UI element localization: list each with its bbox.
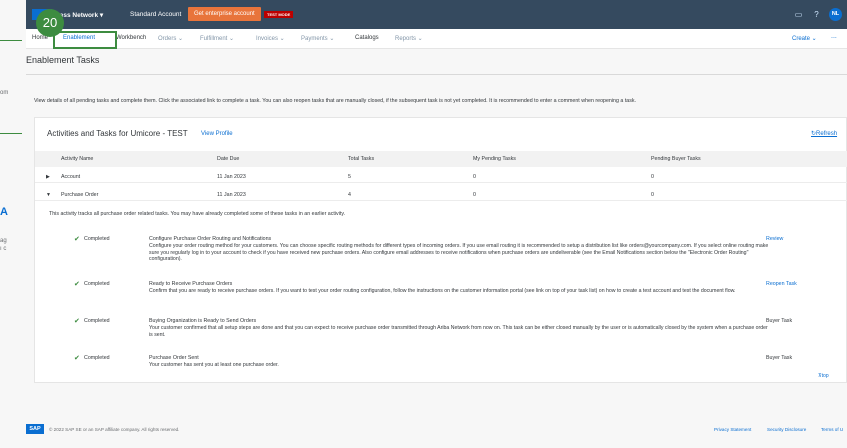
enablement-tab-highlight [53, 31, 117, 49]
buyer-task-label: Buyer Task [766, 355, 793, 361]
panel-line [0, 40, 22, 41]
footer: SAP © 2022 SAP SE or an SAP affiliate co… [26, 418, 847, 448]
buyer-task-label: Buyer Task [766, 318, 793, 324]
tab-workbench[interactable]: Workbench [116, 35, 146, 41]
task-status: Completed [84, 355, 110, 361]
checkmark-icon: ✔ [74, 281, 80, 288]
my-pending-tasks: 0 [473, 192, 476, 198]
panel-line [0, 133, 22, 134]
expand-icon[interactable]: ▶ [46, 174, 50, 180]
security-disclosure-link[interactable]: Security Disclosure [767, 427, 806, 432]
table-row[interactable]: ▼ Purchase Order 11 Jan 2023 4 0 0 [35, 189, 847, 201]
tab-catalogs[interactable]: Catalogs [355, 35, 379, 41]
top-navigation: Home Enablement Workbench Orders ⌄ Fulfi… [26, 29, 847, 49]
step-number-badge: 20 [36, 9, 64, 37]
panel-text-fragment: ag [0, 238, 7, 244]
account-type: Standard Account [130, 11, 182, 18]
divider [26, 74, 847, 75]
table-header: Activity Name Date Due Total Tasks My Pe… [35, 151, 847, 167]
review-link[interactable]: Review [766, 236, 783, 242]
page-title: Enablement Tasks [26, 55, 100, 65]
date-due: 11 Jan 2023 [217, 192, 246, 198]
view-profile-link[interactable]: View Profile [201, 131, 233, 137]
left-side-panel: om A ag ı c [0, 0, 26, 448]
activity-name: Account [61, 174, 81, 180]
checkmark-icon: ✔ [74, 236, 80, 243]
activities-card: Activities and Tasks for Umicore - TEST … [34, 117, 847, 383]
refresh-link[interactable]: ↻Refresh [811, 130, 837, 137]
privacy-statement-link[interactable]: Privacy Statement [714, 427, 751, 432]
date-due: 11 Jan 2023 [217, 174, 246, 180]
sap-footer-logo: SAP [26, 424, 44, 434]
test-mode-badge: TEST MODE [264, 11, 294, 18]
task-status: Completed [84, 281, 110, 287]
back-to-top-link[interactable]: ⊼top [818, 373, 829, 379]
shell-bar: iness Network ▾ Standard Account Get ent… [26, 0, 847, 29]
help-icon[interactable]: ? [812, 10, 821, 19]
panel-text-fragment: A [0, 206, 8, 218]
user-avatar[interactable]: NL [829, 8, 842, 21]
get-enterprise-account-button[interactable]: Get enterprise account [188, 7, 261, 21]
tab-reports[interactable]: Reports ⌄ [395, 35, 423, 42]
tab-fulfillment[interactable]: Fulfillment ⌄ [200, 35, 234, 42]
pending-buyer-tasks: 0 [651, 192, 654, 198]
terms-of-use-link[interactable]: Terms of U [821, 427, 843, 432]
task-description: Your customer has sent you at least one … [149, 362, 279, 368]
tab-payments[interactable]: Payments ⌄ [301, 35, 334, 42]
task-status: Completed [84, 236, 110, 242]
column-header[interactable]: My Pending Tasks [473, 156, 516, 162]
column-header[interactable]: Date Due [217, 156, 239, 162]
reopen-task-link[interactable]: Reopen Task [766, 281, 797, 287]
notification-icon[interactable]: ▭ [794, 10, 803, 19]
task-name: Purchase Order Sent [149, 355, 199, 361]
task-description: Your customer confirmed that all setup s… [149, 325, 768, 338]
task-name: Buying Organization is Ready to Send Ord… [149, 318, 257, 324]
app-window: iness Network ▾ Standard Account Get ent… [26, 0, 847, 448]
total-tasks: 5 [348, 174, 351, 180]
task-name: Ready to Receive Purchase Orders [149, 281, 233, 287]
task-status: Completed [84, 318, 110, 324]
more-options-icon[interactable]: ... [831, 33, 837, 40]
page-description: View details of all pending tasks and co… [34, 98, 637, 104]
task-description: Confirm that you are ready to receive pu… [149, 288, 736, 294]
total-tasks: 4 [348, 192, 351, 198]
tab-invoices[interactable]: Invoices ⌄ [256, 35, 285, 42]
create-menu[interactable]: Create ⌄ [792, 35, 817, 42]
collapse-icon[interactable]: ▼ [46, 192, 51, 198]
panel-text-fragment: om [0, 90, 9, 96]
activity-note: This activity tracks all purchase order … [49, 211, 346, 217]
checkmark-icon: ✔ [74, 318, 80, 325]
pending-buyer-tasks: 0 [651, 174, 654, 180]
tab-orders[interactable]: Orders ⌄ [158, 35, 183, 42]
task-description: Configure your order routing method for … [149, 243, 769, 262]
card-title: Activities and Tasks for Umicore - TEST [47, 129, 188, 138]
checkmark-icon: ✔ [74, 355, 80, 362]
activity-name: Purchase Order [61, 192, 99, 198]
table-row[interactable]: ▶ Account 11 Jan 2023 5 0 0 [35, 171, 847, 183]
column-header[interactable]: Activity Name [61, 156, 93, 162]
column-header[interactable]: Total Tasks [348, 156, 374, 162]
task-name: Configure Purchase Order Routing and Not… [149, 236, 272, 242]
copyright-text: © 2022 SAP SE or an SAP affiliate compan… [49, 427, 180, 432]
column-header[interactable]: Pending Buyer Tasks [651, 156, 701, 162]
panel-text-fragment: ı c [0, 246, 7, 252]
my-pending-tasks: 0 [473, 174, 476, 180]
